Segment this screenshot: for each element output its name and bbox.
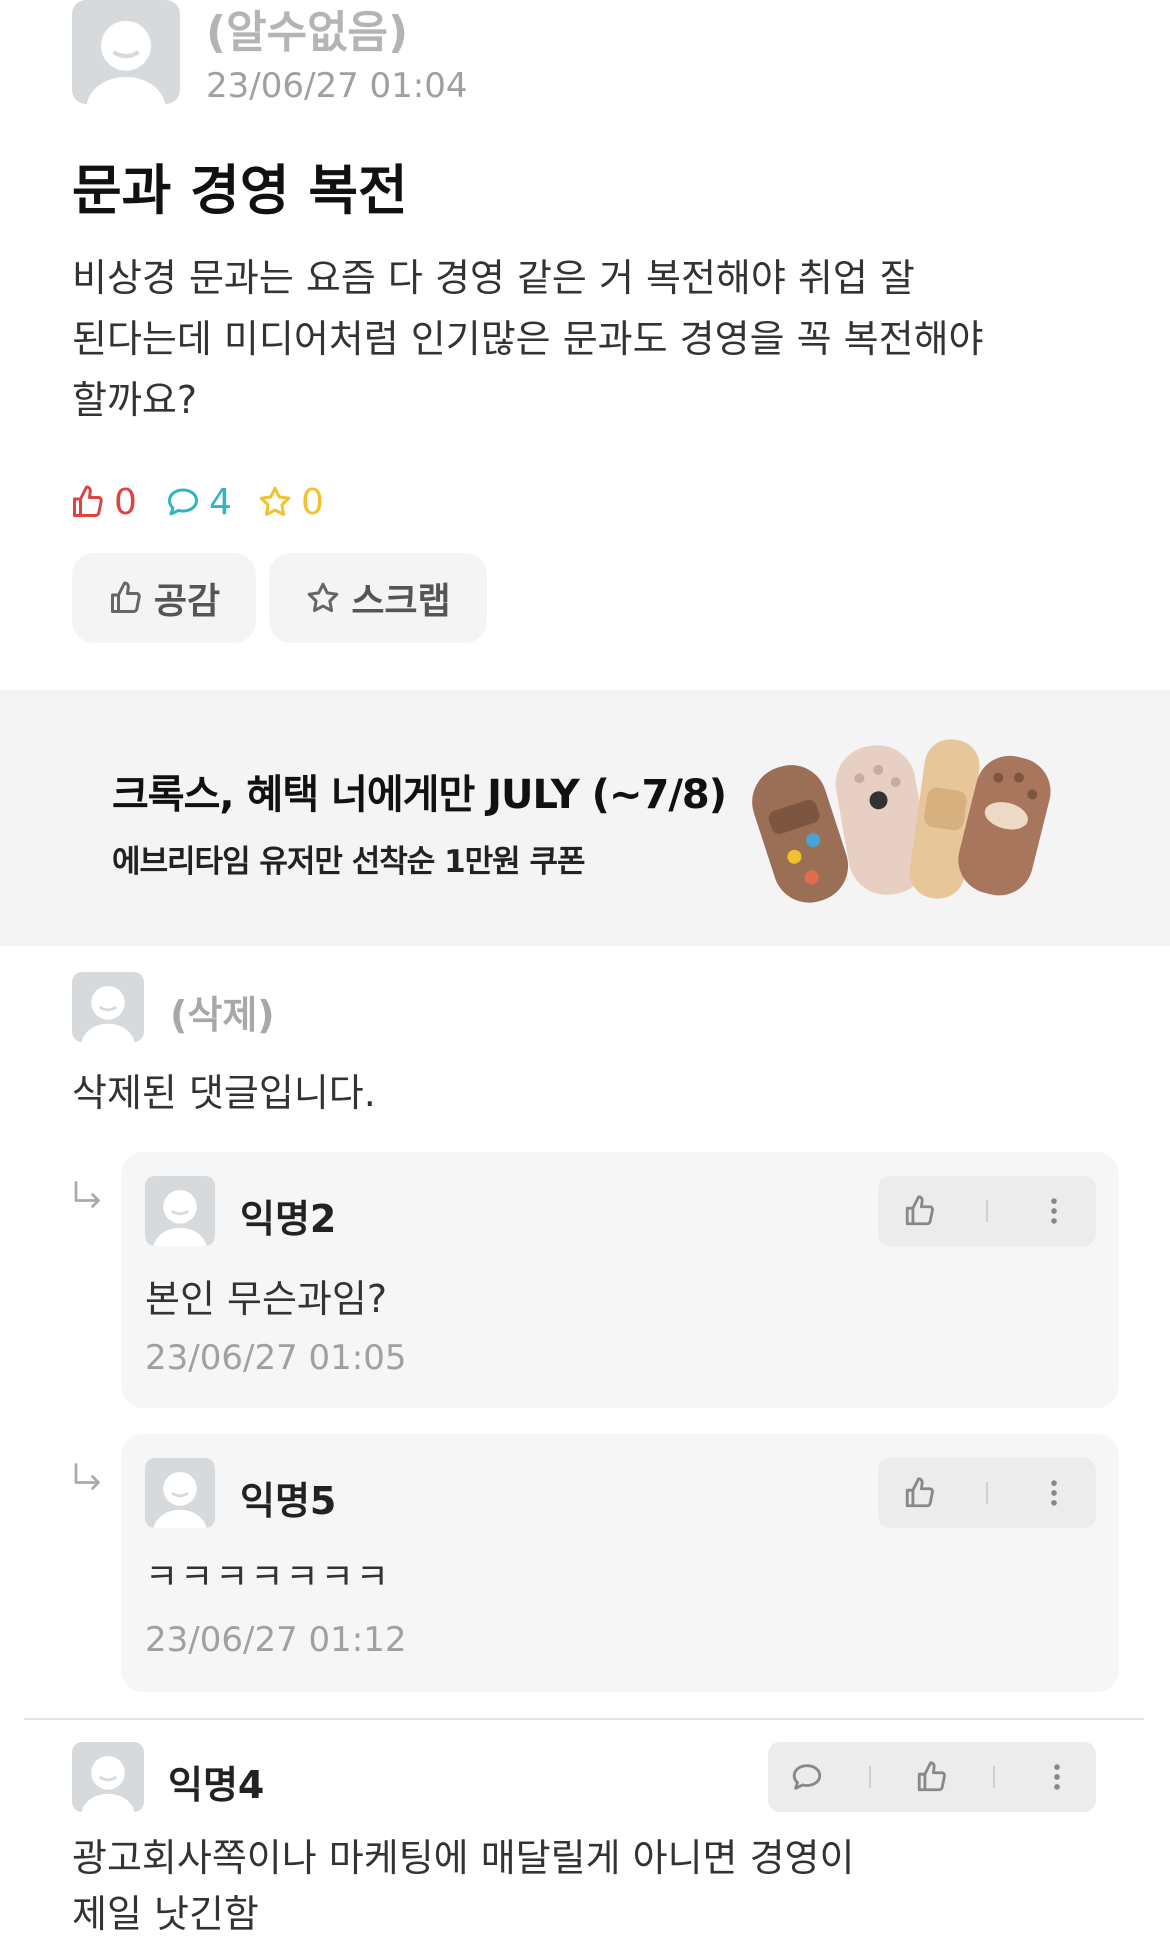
- reply-avatar: [145, 1176, 215, 1246]
- comment-text: 광고회사쪽이나 마케팅에 매달릴게 아니면 경영이 제일 낫긴함: [72, 1830, 854, 1942]
- post-body: 비상경 문과는 요즘 다 경영 같은 거 복전해야 취업 잘 된다는데 미디어처…: [72, 248, 984, 431]
- post-title: 문과 경영 복전: [72, 159, 408, 222]
- reply-author: 익명5: [240, 1479, 337, 1523]
- ad-title: 크록스, 혜택 너에게만 JULY (~7/8): [112, 772, 727, 818]
- star-icon: [259, 486, 291, 517]
- clogs-product-image: [752, 739, 1051, 903]
- default-avatar-icon: [153, 1190, 207, 1246]
- post-body-line: 된다는데 미디어처럼 인기많은 문과도 경영을 꼭 복전해야: [72, 317, 984, 361]
- ad-subtitle: 에브리타임 유저만 선착순 1만원 쿠폰: [112, 844, 586, 880]
- thumbs-up-icon[interactable]: [915, 1760, 949, 1794]
- thumbs-up-icon[interactable]: [903, 1476, 937, 1510]
- more-options-icon[interactable]: [1040, 1760, 1074, 1794]
- reply-bubble-icon[interactable]: [790, 1760, 824, 1794]
- post-author-avatar: [72, 0, 180, 104]
- default-avatar-icon: [153, 1472, 207, 1528]
- post-body-line: 할까요?: [72, 378, 198, 422]
- thumbs-up-icon[interactable]: [903, 1194, 937, 1228]
- reply-timestamp: 23/06/27 01:05: [145, 1338, 407, 1378]
- reply-timestamp: 23/06/27 01:12: [145, 1620, 407, 1660]
- action-divider: [993, 1766, 996, 1788]
- post-timestamp: 23/06/27 01:04: [206, 66, 468, 106]
- speech-bubble-icon: [168, 488, 198, 516]
- comment-text-line: 광고회사쪽이나 마케팅에 매달릴게 아니면 경영이: [72, 1836, 855, 1880]
- comment-count: 4: [165, 480, 232, 524]
- scrap-button[interactable]: 스크랩: [269, 553, 487, 643]
- scrap-button-label: 스크랩: [351, 581, 451, 622]
- reply-arrow-icon: [74, 1463, 100, 1490]
- thumbs-up-icon: [110, 581, 141, 613]
- comment-author: 익명4: [168, 1763, 265, 1807]
- comment-avatar: [72, 972, 144, 1042]
- reply-actions: [878, 1458, 1096, 1528]
- post-author-name: (알수없음): [206, 7, 409, 58]
- comment-text-line: 제일 낫긴함: [72, 1892, 259, 1936]
- like-count-value: 0: [114, 481, 137, 523]
- default-avatar-icon: [81, 1756, 135, 1812]
- comment-divider: [24, 1718, 1144, 1720]
- default-avatar-icon: [86, 20, 166, 104]
- more-options-icon[interactable]: [1037, 1476, 1071, 1510]
- action-divider: [985, 1482, 988, 1504]
- post-body-line: 비상경 문과는 요즘 다 경영 같은 거 복전해야 취업 잘: [72, 256, 915, 300]
- action-divider: [868, 1766, 871, 1788]
- like-count: 0: [70, 480, 137, 524]
- like-button-label: 공감: [153, 581, 221, 622]
- reply-author: 익명2: [240, 1197, 337, 1241]
- comment-actions: [768, 1742, 1096, 1812]
- scrap-count-value: 0: [301, 481, 324, 523]
- scrap-count: 0: [257, 480, 324, 524]
- reply-text: 본인 무슨과임?: [145, 1277, 388, 1321]
- more-options-icon[interactable]: [1037, 1194, 1071, 1228]
- action-divider: [985, 1200, 988, 1222]
- reply-arrow-icon: [74, 1181, 100, 1208]
- like-button[interactable]: 공감: [72, 553, 256, 643]
- comment-text: 삭제된 댓글입니다.: [72, 1071, 376, 1115]
- reply-actions: [878, 1176, 1096, 1246]
- reply-text: ㅋㅋㅋㅋㅋㅋㅋ: [145, 1557, 391, 1598]
- reply-avatar: [145, 1458, 215, 1528]
- comment-count-value: 4: [209, 481, 232, 523]
- comment-avatar: [72, 1742, 144, 1812]
- comment-author: (삭제): [170, 993, 275, 1037]
- default-avatar-icon: [81, 986, 135, 1042]
- thumbs-up-icon: [73, 485, 103, 517]
- star-icon: [308, 582, 339, 613]
